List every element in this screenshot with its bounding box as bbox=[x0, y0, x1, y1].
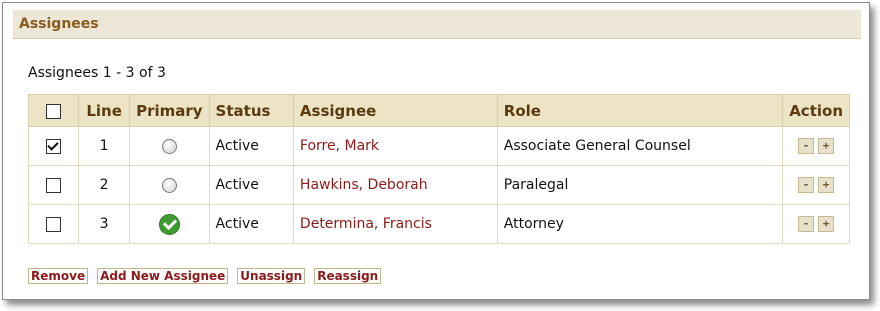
row-role: Paralegal bbox=[496, 165, 784, 205]
header-status[interactable]: Status bbox=[208, 94, 294, 127]
header-assignee[interactable]: Assignee bbox=[292, 94, 498, 127]
row-assignee: Hawkins, Deborah bbox=[292, 165, 498, 205]
remove-row-button[interactable]: - bbox=[798, 138, 815, 154]
row-checkbox[interactable] bbox=[46, 216, 62, 232]
assignee-link[interactable]: Forre, Mark bbox=[300, 138, 379, 154]
header-primary[interactable]: Primary bbox=[129, 94, 210, 127]
add-row-button[interactable]: + bbox=[818, 177, 835, 193]
row-line: 3 bbox=[78, 204, 131, 244]
bottom-button-bar: Remove Add New Assignee Unassign Reassign bbox=[28, 265, 390, 284]
row-role: Attorney bbox=[496, 204, 784, 244]
row-select-cell bbox=[27, 204, 80, 244]
row-primary bbox=[129, 165, 210, 205]
table-header-row: Line Primary Status Assignee Role Action bbox=[27, 94, 850, 127]
assignees-table: Line Primary Status Assignee Role Action… bbox=[27, 94, 850, 244]
row-checkbox[interactable] bbox=[46, 138, 62, 154]
radio-button-icon[interactable] bbox=[161, 138, 177, 154]
assignee-link[interactable]: Determina, Francis bbox=[300, 216, 432, 232]
row-role: Associate General Counsel bbox=[496, 126, 784, 166]
panel-header: Assignees bbox=[13, 10, 861, 39]
reassign-button[interactable]: Reassign bbox=[314, 268, 382, 284]
row-actions: - + bbox=[782, 204, 850, 244]
row-line: 1 bbox=[78, 126, 131, 166]
unassign-button[interactable]: Unassign bbox=[237, 268, 306, 284]
add-row-button[interactable]: + bbox=[818, 216, 835, 232]
select-all-header bbox=[27, 94, 80, 127]
assignee-link[interactable]: Hawkins, Deborah bbox=[300, 177, 428, 193]
row-actions: - + bbox=[782, 165, 850, 205]
panel-title: Assignees bbox=[19, 16, 99, 32]
row-primary bbox=[129, 126, 210, 166]
remove-row-button[interactable]: - bbox=[798, 216, 815, 232]
header-line[interactable]: Line bbox=[78, 94, 131, 127]
assignees-panel: Assignees Assignees 1 - 3 of 3 Line Prim… bbox=[2, 2, 870, 300]
table-row: 2 Active Hawkins, Deborah Paralegal - + bbox=[27, 165, 850, 205]
header-action: Action bbox=[782, 94, 850, 127]
row-assignee: Determina, Francis bbox=[292, 204, 498, 244]
table-row: 1 Active Forre, Mark Associate General C… bbox=[27, 126, 850, 166]
primary-check-icon[interactable] bbox=[158, 213, 180, 235]
add-row-button[interactable]: + bbox=[818, 138, 835, 154]
row-select-cell bbox=[27, 126, 80, 166]
row-status: Active bbox=[208, 126, 294, 166]
assignee-count: Assignees 1 - 3 of 3 bbox=[28, 65, 166, 81]
header-role[interactable]: Role bbox=[496, 94, 784, 127]
row-checkbox[interactable] bbox=[46, 177, 62, 193]
row-status: Active bbox=[208, 204, 294, 244]
row-assignee: Forre, Mark bbox=[292, 126, 498, 166]
row-actions: - + bbox=[782, 126, 850, 166]
row-primary bbox=[129, 204, 210, 244]
table-row: 3 Active Determina, Francis Attorney - + bbox=[27, 204, 850, 244]
radio-button-icon[interactable] bbox=[161, 177, 177, 193]
row-line: 2 bbox=[78, 165, 131, 205]
add-new-assignee-button[interactable]: Add New Assignee bbox=[97, 268, 229, 284]
select-all-checkbox[interactable] bbox=[46, 103, 62, 119]
remove-row-button[interactable]: - bbox=[798, 177, 815, 193]
row-status: Active bbox=[208, 165, 294, 205]
remove-button[interactable]: Remove bbox=[28, 268, 89, 284]
row-select-cell bbox=[27, 165, 80, 205]
